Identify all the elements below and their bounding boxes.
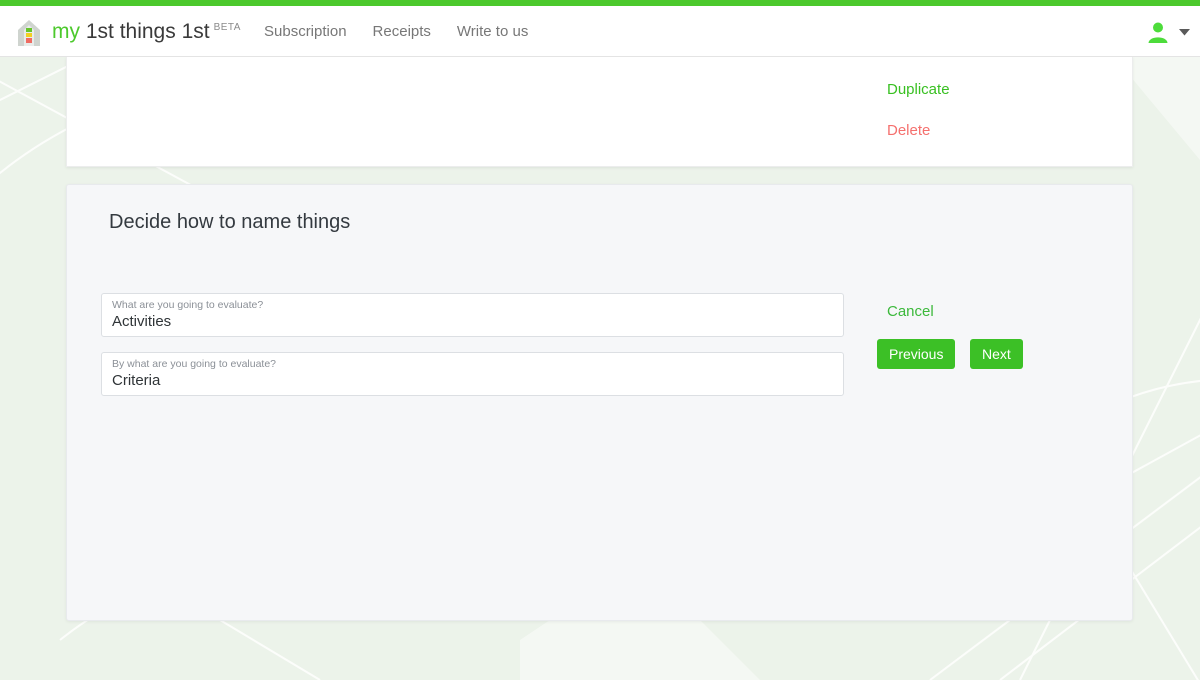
top-accent-bar xyxy=(0,0,1200,6)
previous-button[interactable]: Previous xyxy=(877,339,956,369)
wizard-title: Decide how to name things xyxy=(109,211,351,233)
user-avatar-icon[interactable] xyxy=(1145,19,1171,45)
criteria-field[interactable]: By what are you going to evaluate? Crite… xyxy=(101,352,844,396)
next-button[interactable]: Next xyxy=(970,339,1023,369)
cancel-button[interactable]: Cancel xyxy=(887,303,934,320)
brand-logo[interactable]: my 1st things 1st BETA xyxy=(14,6,241,57)
brand-wordmark: my 1st things 1st BETA xyxy=(52,20,241,44)
activities-field-label: What are you going to evaluate? xyxy=(112,299,264,311)
actions-card: Duplicate Delete xyxy=(66,57,1133,167)
wizard-card: Decide how to name things What are you g… xyxy=(66,184,1133,621)
page-content: Duplicate Delete Decide how to name thin… xyxy=(0,57,1200,680)
nav-link-subscription[interactable]: Subscription xyxy=(264,23,347,40)
criteria-field-value[interactable]: Criteria xyxy=(112,372,160,389)
activities-field[interactable]: What are you going to evaluate? Activiti… xyxy=(101,293,844,337)
nav-link-receipts[interactable]: Receipts xyxy=(373,23,431,40)
brand-beta-badge: BETA xyxy=(213,21,241,33)
duplicate-button[interactable]: Duplicate xyxy=(887,81,950,98)
brand-my: my xyxy=(52,19,80,43)
chevron-down-icon[interactable] xyxy=(1179,28,1190,36)
nav-link-write-to-us[interactable]: Write to us xyxy=(457,23,528,40)
activities-field-value[interactable]: Activities xyxy=(112,313,171,330)
house-bars-logo-icon xyxy=(18,19,40,46)
app-header: my 1st things 1st BETA Subscription Recei… xyxy=(0,6,1200,57)
brand-rest: 1st things 1st xyxy=(85,19,210,43)
criteria-field-label: By what are you going to evaluate? xyxy=(112,358,277,370)
user-menu[interactable] xyxy=(1145,6,1190,57)
delete-button[interactable]: Delete xyxy=(887,122,930,139)
main-navigation: Subscription Receipts Write to us xyxy=(264,6,528,57)
